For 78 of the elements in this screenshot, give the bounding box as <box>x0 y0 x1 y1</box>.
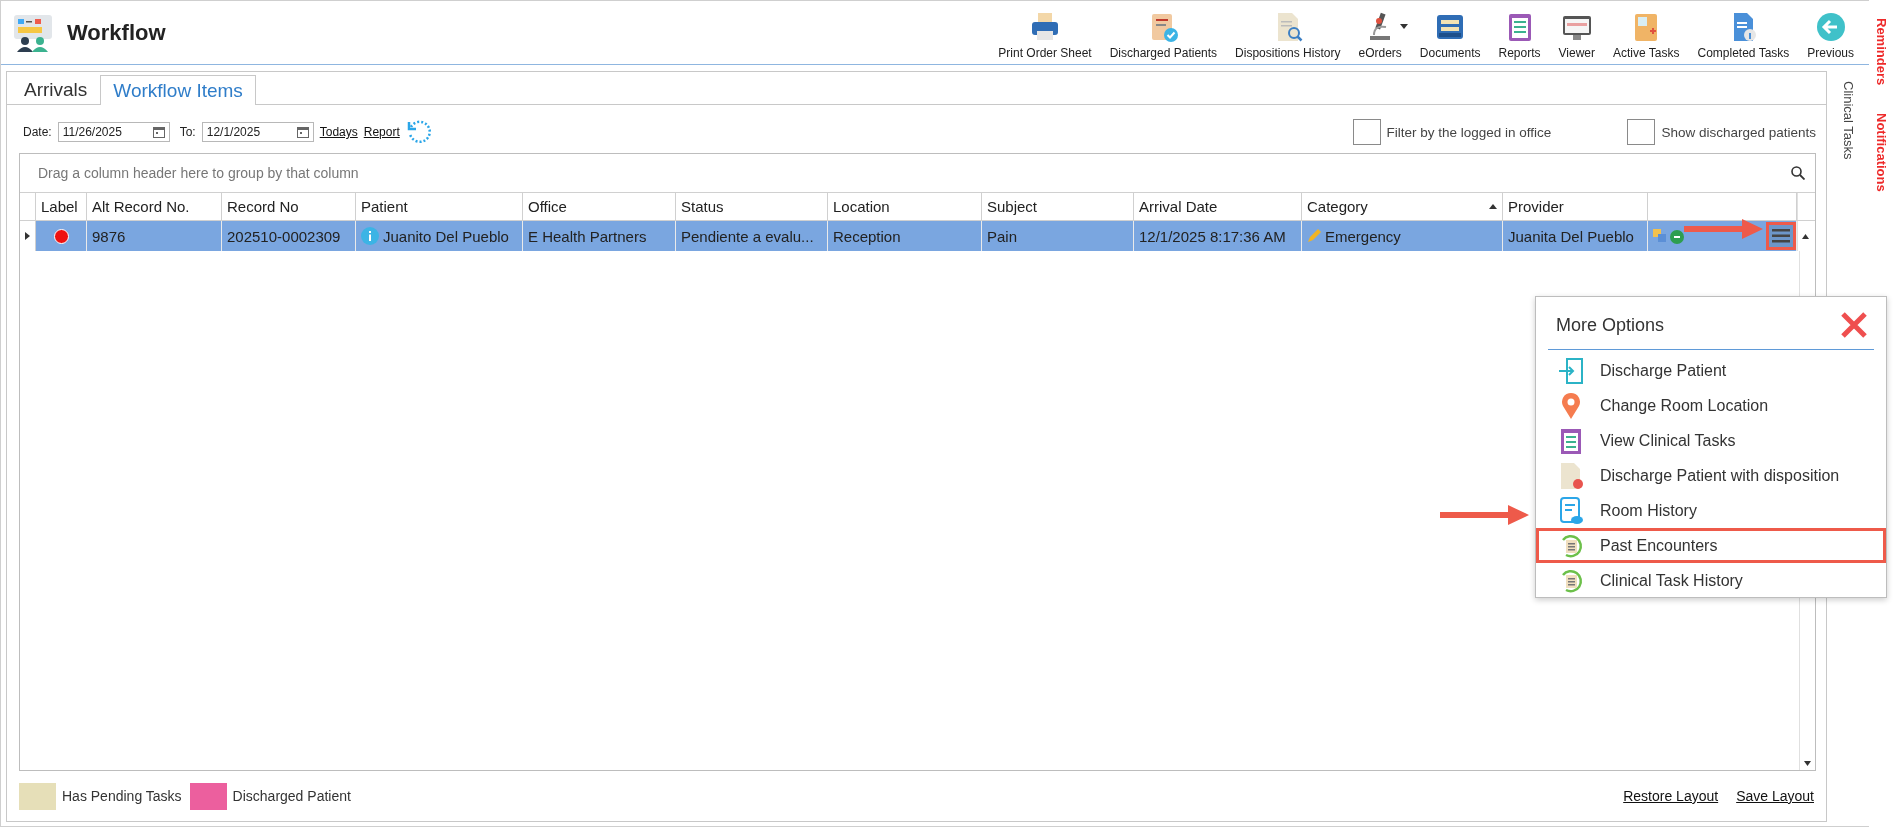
menu-item[interactable]: Discharge Patient with disposition <box>1536 458 1886 493</box>
row-indicator-icon <box>25 232 30 240</box>
side-tab[interactable]: Notifications <box>1873 113 1889 192</box>
toolbar-button[interactable]: Dispositions History <box>1226 10 1350 64</box>
date-field[interactable]: 11/26/2025 <box>57 122 170 142</box>
checkbox-label: Filter by the logged in office <box>1386 124 1552 140</box>
search-icon[interactable] <box>1791 166 1805 180</box>
table-cell: Emergency <box>1325 227 1401 245</box>
column-header[interactable]: Office <box>523 193 676 220</box>
table-cell: 202510-0002309 <box>227 227 341 245</box>
toolbar-button[interactable]: Print Order Sheet <box>989 10 1101 64</box>
workflow-icon <box>13 13 53 52</box>
layout-link[interactable]: Save Layout <box>1736 788 1814 804</box>
toolbar-button[interactable]: Reports <box>1489 10 1550 64</box>
checkbox-label: Show discharged patients <box>1661 124 1816 140</box>
menu-icon <box>1772 229 1790 243</box>
table-cell: 12/1/2025 8:17:36 AM <box>1139 227 1286 245</box>
clinical-tasks-tab[interactable]: Clinical Tasks <box>1840 81 1856 160</box>
column-header[interactable]: Status <box>676 193 828 220</box>
popup-title: More Options <box>1556 314 1665 336</box>
layout-link[interactable]: Restore Layout <box>1623 788 1719 804</box>
tab[interactable]: Workflow Items <box>100 75 256 105</box>
date-label: Date: <box>23 125 52 139</box>
calendar-icon <box>296 126 309 138</box>
table-cell: Pain <box>987 227 1018 245</box>
toolbar-button[interactable]: Discharged Patients <box>1100 10 1227 64</box>
pencil-icon <box>1307 229 1321 243</box>
menu-item[interactable]: View Clinical Tasks <box>1536 423 1886 458</box>
table-cell: Reception <box>833 227 901 245</box>
toolbar-button[interactable]: Documents <box>1410 10 1490 64</box>
calendar-icon <box>152 126 165 138</box>
legend-label: Has Pending Tasks <box>62 788 182 804</box>
clipboard-list-icon <box>1558 426 1584 455</box>
report-link[interactable]: Report <box>363 125 400 139</box>
printer-icon <box>1029 10 1061 43</box>
menu-item[interactable]: Discharge Patient <box>1536 353 1886 388</box>
row-action-icons[interactable] <box>1652 227 1684 245</box>
table-cell: Juanito Del Pueblo <box>383 227 509 245</box>
column-header[interactable]: Location <box>828 193 982 220</box>
toolbar-button[interactable]: Active Tasks <box>1604 10 1689 64</box>
window-title: Workflow <box>67 19 166 46</box>
column-header[interactable]: Label <box>36 193 87 220</box>
legend-label: Discharged Patient <box>232 788 351 804</box>
date-field[interactable]: 12/1/2025 <box>201 122 314 142</box>
table-cell: Pendiente a evalu... <box>681 227 814 245</box>
table-cell: 9876 <box>92 227 126 245</box>
column-header[interactable]: Subject <box>982 193 1134 220</box>
menu-button[interactable] <box>1766 222 1796 250</box>
column-header[interactable]: Alt Record No. <box>87 193 222 220</box>
checkbox[interactable] <box>1352 119 1381 145</box>
toolbar-button[interactable]: eOrders <box>1349 10 1411 64</box>
menu-item[interactable]: Clinical Task History <box>1536 563 1886 598</box>
table-cell: E Health Partners <box>528 227 647 245</box>
document-eye-icon <box>1558 496 1584 525</box>
side-tab[interactable]: Reminders <box>1873 18 1889 86</box>
column-header[interactable]: Record No <box>222 193 356 220</box>
document-close-icon <box>1558 461 1584 490</box>
table-cell: Juanita Del Pueblo <box>1508 227 1634 245</box>
toolbar-button[interactable]: Completed Tasks <box>1688 10 1799 64</box>
column-header[interactable]: Provider <box>1503 193 1648 220</box>
menu-item[interactable]: Past Encounters <box>1536 528 1886 563</box>
scroll-up-icon[interactable] <box>1802 233 1809 239</box>
toolbar-button[interactable]: Viewer <box>1549 10 1604 64</box>
menu-item[interactable]: Change Room Location <box>1536 388 1886 423</box>
todays-link[interactable]: Todays <box>319 125 358 139</box>
refresh-icon[interactable] <box>405 119 432 145</box>
info-icon[interactable] <box>361 227 379 245</box>
checkbox[interactable] <box>1627 119 1656 145</box>
group-panel-hint: Drag a column header here to group by that column <box>38 165 359 181</box>
scroll-down-icon[interactable] <box>1804 761 1811 766</box>
close-icon[interactable] <box>1840 311 1868 339</box>
to-label: To: <box>179 125 196 139</box>
column-header[interactable]: Patient <box>356 193 523 220</box>
column-header[interactable]: Arrival Date <box>1134 193 1302 220</box>
exit-door-icon <box>1558 356 1584 385</box>
column-header[interactable]: Category <box>1302 193 1503 220</box>
menu-item[interactable]: Room History <box>1536 493 1886 528</box>
toolbar-button[interactable]: Previous <box>1798 10 1863 64</box>
